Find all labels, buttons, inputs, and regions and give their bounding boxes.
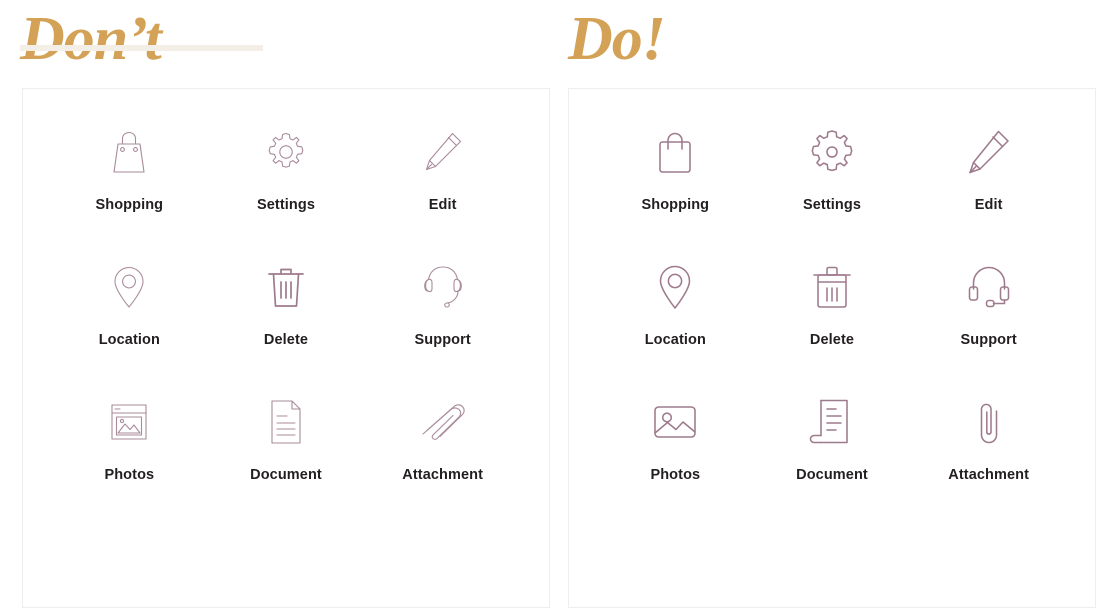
headset-icon xyxy=(965,256,1013,318)
icon-label: Location xyxy=(98,332,160,348)
icon-cell-photos[interactable]: Photos xyxy=(597,391,754,526)
icon-cell-location[interactable]: Location xyxy=(597,256,754,391)
icon-label: Delete xyxy=(263,332,309,348)
trash-icon xyxy=(265,256,307,318)
do-icon-grid: Shopping Settings Edit Location Delete S… xyxy=(569,89,1095,526)
icon-label: Shopping xyxy=(641,197,710,213)
dont-heading: Don’t xyxy=(20,5,162,73)
icon-cell-settings[interactable]: Settings xyxy=(754,121,911,256)
icon-label: Photos xyxy=(650,467,701,483)
icon-cell-attachment[interactable]: Attachment xyxy=(364,391,521,526)
paperclip-icon xyxy=(417,391,469,453)
icon-label: Attachment xyxy=(948,467,1030,483)
icon-label: Delete xyxy=(809,332,855,348)
icon-cell-edit[interactable]: Edit xyxy=(910,121,1067,256)
gear-icon xyxy=(807,121,857,183)
gear-icon xyxy=(262,121,310,183)
icon-label: Support xyxy=(414,332,471,348)
icon-label: Document xyxy=(250,467,322,483)
icon-cell-delete[interactable]: Delete xyxy=(754,256,911,391)
dont-strikethrough-line xyxy=(20,45,263,51)
icon-label: Shopping xyxy=(95,197,164,213)
icon-label: Edit xyxy=(428,197,457,213)
document-icon xyxy=(809,391,854,453)
icon-cell-location[interactable]: Location xyxy=(51,256,208,391)
dont-icon-grid: Shopping Settings Edit Location Delete S… xyxy=(23,89,549,526)
shopping-bag-icon xyxy=(107,121,151,183)
shopping-bag-icon xyxy=(653,121,697,183)
icon-cell-support[interactable]: Support xyxy=(910,256,1067,391)
icon-label: Edit xyxy=(974,197,1003,213)
comparison-page: Don’t Do! Shopping Settings Edit Locatio… xyxy=(0,0,1120,613)
icon-cell-photos[interactable]: Photos xyxy=(51,391,208,526)
icon-label: Support xyxy=(960,332,1017,348)
icon-label: Location xyxy=(644,332,706,348)
pencil-icon xyxy=(965,121,1013,183)
icon-label: Photos xyxy=(104,467,155,483)
paperclip-icon xyxy=(972,391,1006,453)
icon-label: Document xyxy=(796,467,868,483)
icon-label: Settings xyxy=(802,197,861,213)
icon-cell-settings[interactable]: Settings xyxy=(208,121,365,256)
icon-cell-shopping[interactable]: Shopping xyxy=(51,121,208,256)
icon-cell-edit[interactable]: Edit xyxy=(364,121,521,256)
map-pin-icon xyxy=(654,256,696,318)
dont-panel: Shopping Settings Edit Location Delete S… xyxy=(22,88,550,608)
photos-icon xyxy=(107,391,151,453)
icon-cell-attachment[interactable]: Attachment xyxy=(910,391,1067,526)
trash-icon xyxy=(810,256,854,318)
map-pin-icon xyxy=(109,256,149,318)
headset-icon xyxy=(419,256,467,318)
icon-cell-document[interactable]: Document xyxy=(208,391,365,526)
icon-cell-delete[interactable]: Delete xyxy=(208,256,365,391)
document-icon xyxy=(266,391,306,453)
icon-label: Attachment xyxy=(402,467,484,483)
do-heading: Do! xyxy=(568,5,666,73)
icon-cell-document[interactable]: Document xyxy=(754,391,911,526)
icon-label: Settings xyxy=(256,197,315,213)
photos-icon xyxy=(651,391,699,453)
pencil-icon xyxy=(420,121,466,183)
icon-cell-shopping[interactable]: Shopping xyxy=(597,121,754,256)
icon-cell-support[interactable]: Support xyxy=(364,256,521,391)
do-panel: Shopping Settings Edit Location Delete S… xyxy=(568,88,1096,608)
